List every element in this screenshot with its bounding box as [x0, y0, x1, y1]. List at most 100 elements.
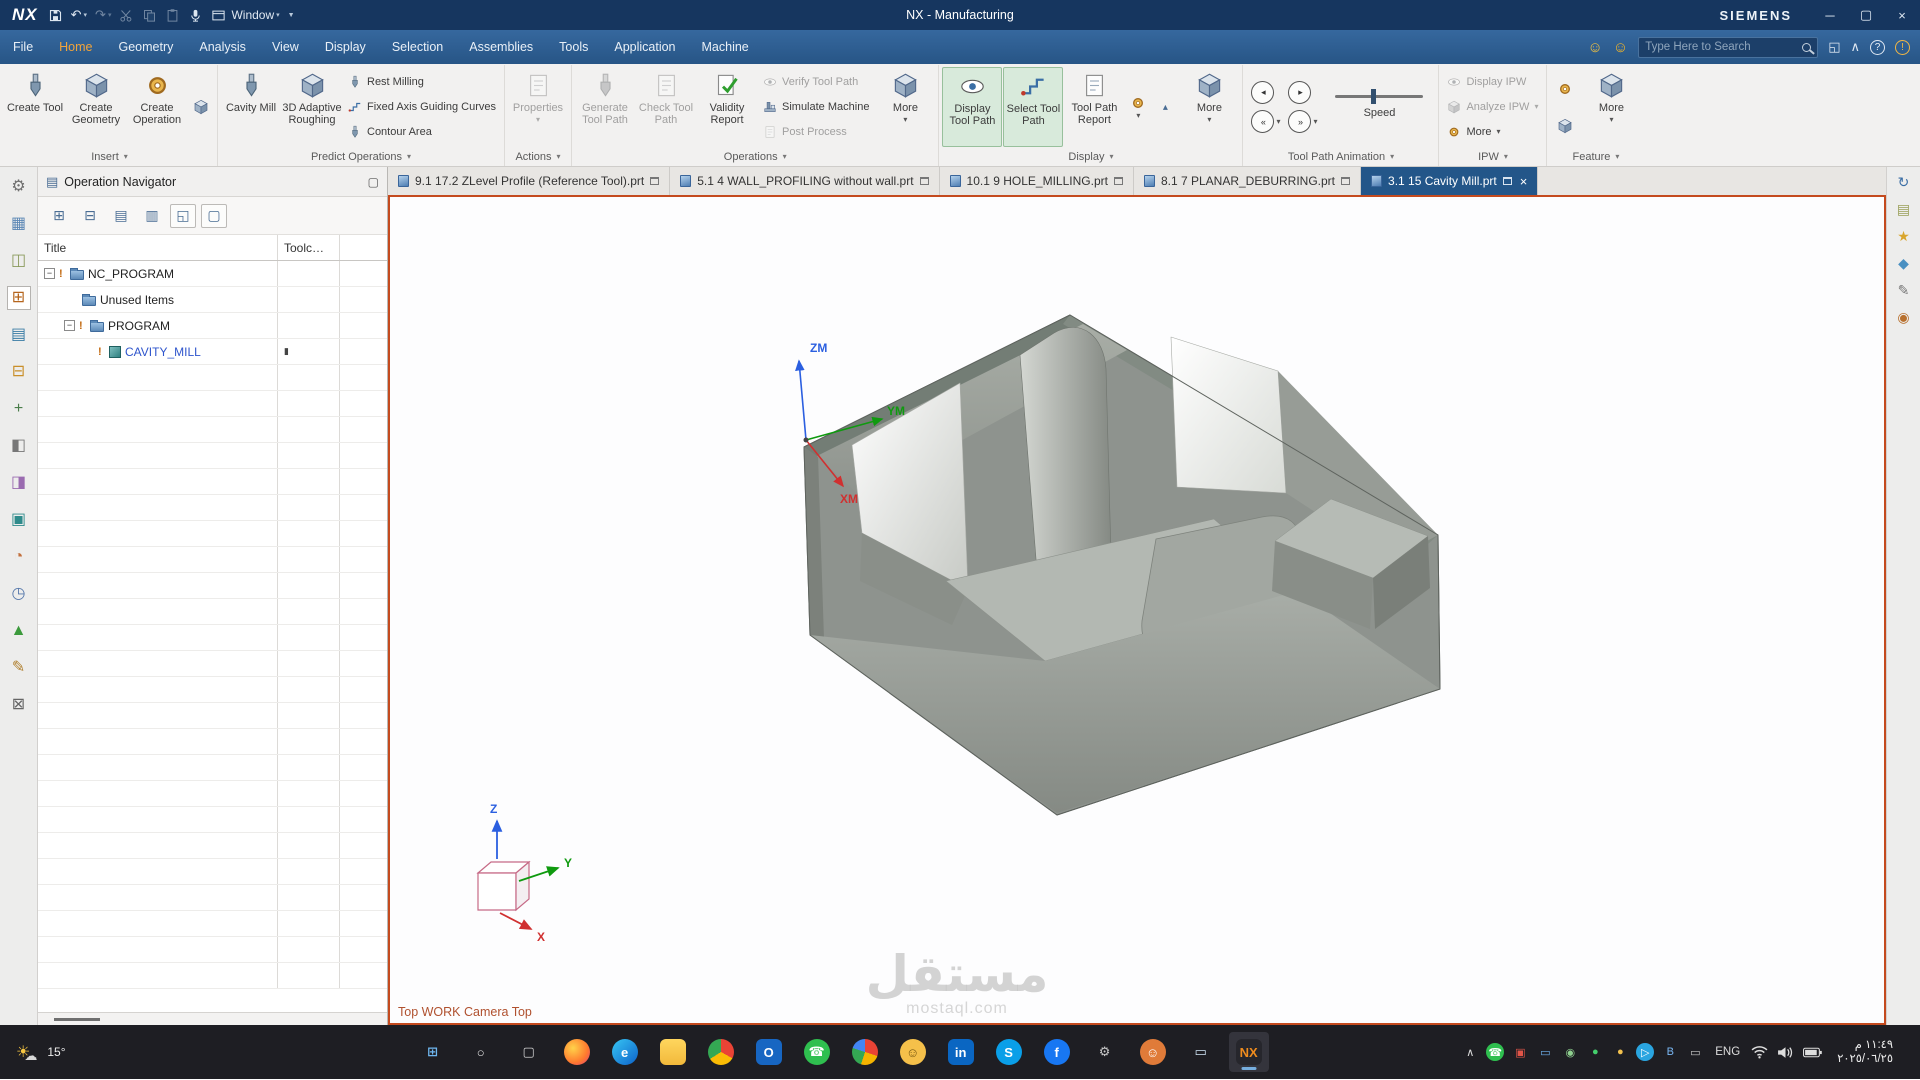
menu-tab[interactable]: Geometry [106, 30, 187, 64]
rest-milling-button[interactable]: Rest Milling [345, 74, 499, 90]
simulate-machine-button[interactable]: Simulate Machine [760, 99, 872, 115]
linkedin-icon[interactable]: in [941, 1032, 981, 1072]
user-smiley-icon[interactable]: ☺ [1613, 40, 1628, 55]
nx-app-icon[interactable]: NX [1229, 1032, 1269, 1072]
tray-app-red-icon[interactable]: ▣ [1511, 1043, 1529, 1061]
group-label-insert[interactable]: Insert [5, 147, 214, 166]
part-tab[interactable]: 9.1 17.2 ZLevel Profile (Reference Tool)… [388, 167, 670, 195]
tray-expand-icon[interactable]: ∧ [1461, 1043, 1479, 1061]
process-studio-icon[interactable]: ▣ [7, 508, 31, 532]
history-icon[interactable]: ◷ [7, 582, 31, 606]
navigator-tree-row[interactable]: Unused Items [38, 287, 387, 313]
network-icon[interactable] [1751, 1045, 1768, 1059]
menu-tab[interactable]: Home [46, 30, 105, 64]
feature-teach-button[interactable] [1552, 118, 1578, 134]
machine-tool-navigator-icon[interactable]: ▤ [7, 323, 31, 347]
view-manager-icon[interactable]: ◧ [7, 434, 31, 458]
tray-bluetooth-icon[interactable]: B [1661, 1043, 1679, 1061]
insert-extra-button[interactable] [188, 67, 214, 147]
create-geometry-button[interactable]: Create Geometry [66, 67, 126, 147]
assembly-navigator-icon[interactable]: ▦ [7, 212, 31, 236]
dependencies-icon[interactable]: ◨ [7, 471, 31, 495]
fullscreen-icon[interactable]: ◱ [1828, 39, 1840, 55]
create-operation-button[interactable]: Create Operation [127, 67, 187, 147]
part-tab[interactable]: 5.1 4 WALL_PROFILING without wall.prt [670, 167, 939, 195]
node-label[interactable]: NC_PROGRAM [88, 267, 174, 281]
navigator-horizontal-scrollbar[interactable] [38, 1012, 387, 1025]
tree-expander[interactable]: − [64, 320, 75, 331]
browser-circle-icon[interactable] [845, 1032, 885, 1072]
rewind-caret-icon[interactable]: ▾ [1276, 119, 1280, 125]
voice-command-button[interactable] [188, 8, 203, 23]
post-process-button[interactable]: Post Process [760, 124, 872, 140]
touch-mode-icon[interactable]: ⊠ [7, 693, 31, 717]
column-header-title[interactable]: Title [38, 235, 278, 260]
favorites-icon[interactable]: ★ [1897, 229, 1910, 243]
menu-tab[interactable]: Display [312, 30, 379, 64]
feature-recognize-button[interactable] [1552, 81, 1578, 97]
language-indicator[interactable]: ENG [1713, 1046, 1742, 1058]
search-button[interactable]: ○ [461, 1032, 501, 1072]
clock-widget[interactable]: ١١:٤٩ م ٢٠٢٥/٠٦/٢٥ [1831, 1038, 1899, 1066]
adaptive-roughing-button[interactable]: 3D Adaptive Roughing [282, 67, 342, 147]
menu-tab[interactable]: Machine [689, 30, 762, 64]
cad-model[interactable]: ZM YM XM Z Y X [390, 197, 1884, 1023]
close-tab-icon[interactable]: × [1520, 174, 1528, 189]
viewport-3d[interactable]: ZM YM XM Z Y X Top WORK Camera Top [388, 195, 1886, 1025]
chrome-icon[interactable] [701, 1032, 741, 1072]
speed-slider-thumb[interactable] [1371, 89, 1376, 104]
feature-more-button[interactable]: More▾ [1581, 67, 1641, 147]
facebook-icon[interactable]: f [1037, 1032, 1077, 1072]
undock-panel-icon[interactable]: ▢ [368, 175, 379, 189]
node-label[interactable]: Unused Items [100, 293, 174, 307]
menu-tab[interactable]: File [0, 30, 46, 64]
check-tool-path-button[interactable]: Check Tool Path [636, 67, 696, 147]
customize-button[interactable]: ▼ [288, 12, 295, 19]
part-navigator-icon[interactable]: ⊟ [7, 360, 31, 384]
tray-browser-icon[interactable]: ◉ [1561, 1043, 1579, 1061]
navigator-tree-row[interactable]: − ! NC_PROGRAM [38, 261, 387, 287]
verify-tool-path-button[interactable]: Verify Tool Path [760, 74, 872, 90]
menu-tab[interactable]: Assemblies [456, 30, 546, 64]
ipw-more-button[interactable]: More▾ [1444, 124, 1541, 140]
file-explorer-icon[interactable] [653, 1032, 693, 1072]
menu-tab[interactable]: Analysis [186, 30, 259, 64]
copy-button[interactable] [142, 8, 157, 23]
machine-tool-view-icon[interactable]: ▥ [139, 204, 165, 228]
group-label-operations[interactable]: Operations [575, 147, 935, 166]
operation-navigator-icon[interactable]: ⊞ [7, 286, 31, 310]
collapse-all-icon[interactable]: ⊟ [77, 204, 103, 228]
group-label-feature[interactable]: Feature [1550, 147, 1641, 166]
paste-button[interactable] [165, 8, 180, 23]
validity-report-button[interactable]: Validity Report [697, 67, 757, 147]
machining-wizard-icon[interactable]: ◔ [7, 545, 31, 569]
program-order-view-icon[interactable]: ▤ [108, 204, 134, 228]
cavity-mill-button[interactable]: Cavity Mill [221, 67, 281, 147]
window-menu-button[interactable]: Window ▾ [211, 8, 279, 23]
save-button[interactable] [48, 8, 63, 23]
group-label-actions[interactable]: Actions [508, 147, 568, 166]
tool-display-button[interactable]: ▾ [1125, 67, 1151, 147]
operations-more-button[interactable]: More▾ [875, 67, 935, 147]
firefox-icon[interactable] [557, 1032, 597, 1072]
undo-caret-icon[interactable]: ▾ [84, 11, 88, 19]
undo-button[interactable]: ↶▾ [71, 7, 87, 23]
whatsapp-icon[interactable]: ☎ [797, 1032, 837, 1072]
menu-tab[interactable]: Application [601, 30, 688, 64]
clip-section-icon[interactable]: ◆ [1898, 256, 1909, 270]
part-tab[interactable]: 8.1 7 PLANAR_DEBURRING.prt [1134, 167, 1361, 195]
menu-tab[interactable]: View [259, 30, 312, 64]
group-label-display[interactable]: Display [942, 147, 1239, 166]
tray-green-icon[interactable]: ● [1586, 1043, 1604, 1061]
minimize-ribbon-icon[interactable]: ∧ [1850, 39, 1860, 55]
speed-slider[interactable] [1335, 95, 1423, 98]
search-icon[interactable] [1802, 43, 1811, 52]
display-ipw-button[interactable]: Display IPW [1444, 74, 1541, 90]
contact-icon[interactable]: ☺ [893, 1032, 933, 1072]
scrollbar-thumb[interactable] [54, 1018, 100, 1021]
search-input[interactable] [1645, 41, 1796, 53]
step-back-button[interactable]: ◂ [1251, 81, 1274, 104]
group-label-tool-path-animation[interactable]: Tool Path Animation [1246, 147, 1435, 166]
expand-all-icon[interactable]: ⊞ [46, 204, 72, 228]
redo-caret-icon[interactable]: ▾ [108, 11, 112, 19]
